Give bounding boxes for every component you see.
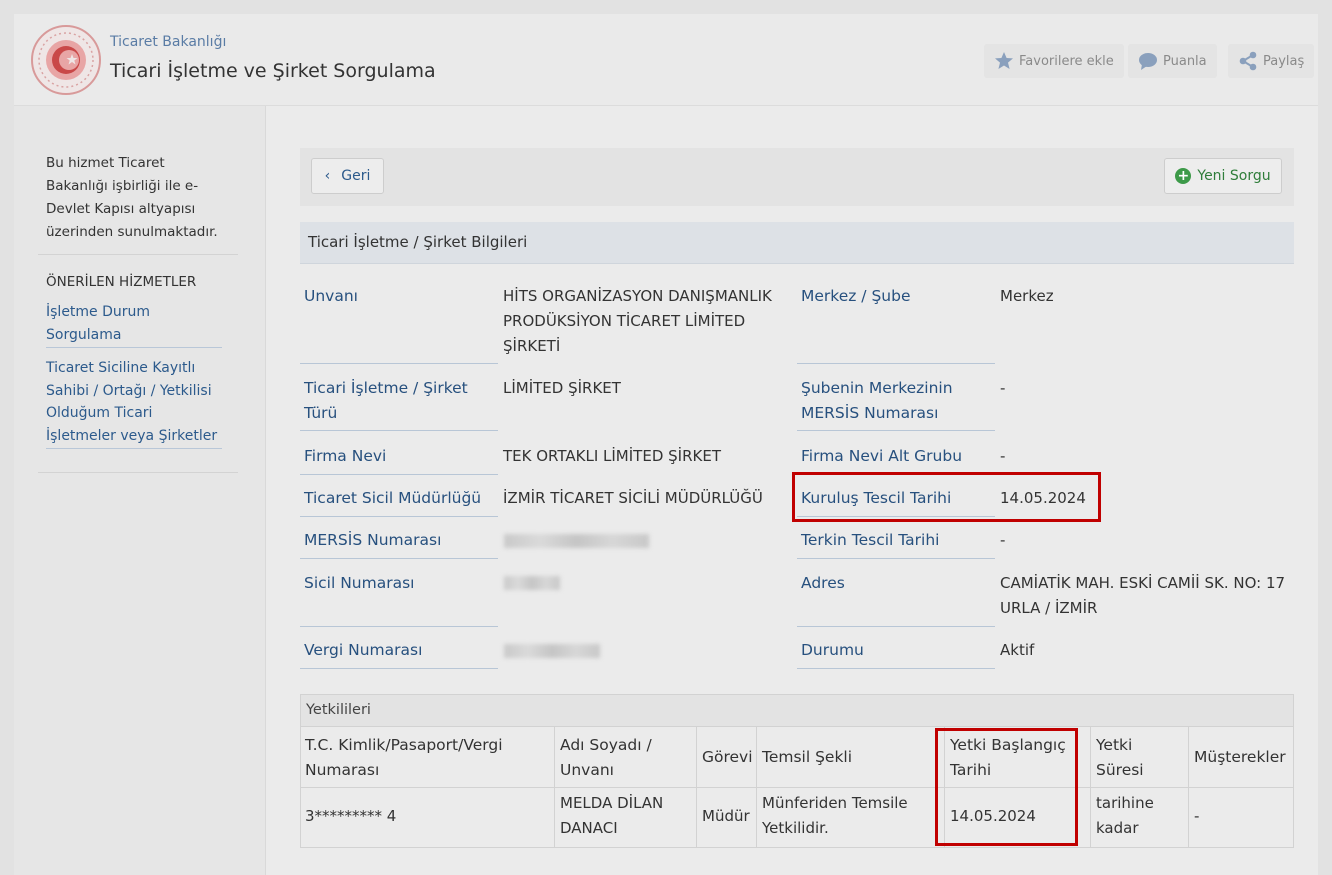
label-company-type: Ticari İşletme / Şirket Türü [304, 379, 468, 422]
label-branch-hq-mersis: Şubenin Merkezinin MERSİS Numarası [801, 379, 953, 422]
cell-representation: Münferiden Temsile Yetkilidir. [762, 794, 908, 837]
col-header-representation: Temsil Şekli [762, 748, 853, 766]
label-firm-subgroup: Firma Nevi Alt Grubu [801, 447, 963, 465]
label-firm-kind: Firma Nevi [304, 447, 387, 465]
favorites-label: Favorilere ekle [1019, 53, 1114, 69]
cell-role: Müdür [702, 807, 750, 825]
row-divider [300, 668, 498, 669]
action-bar: ‹ Geri + Yeni Sorgu [300, 148, 1294, 206]
officials-heading: Yetkilileri [301, 695, 1293, 727]
rate-label: Puanla [1163, 53, 1207, 69]
label-address: Adres [801, 574, 845, 592]
label-tax-number: Vergi Numarası [304, 641, 423, 659]
row-divider [797, 558, 995, 559]
column-divider [756, 727, 757, 847]
value-branch-hq-mersis: - [1000, 379, 1006, 397]
column-divider [1090, 727, 1091, 847]
value-deregistration-date: - [1000, 531, 1006, 549]
page-frame: Ticaret Bakanlığı Ticari İşletme ve Şirk… [14, 14, 1318, 875]
redacted-registry-number [504, 576, 560, 590]
sidebar-divider [38, 472, 238, 473]
cell-name: MELDA DİLAN DANACI [560, 794, 664, 837]
table-row-divider [301, 787, 1293, 788]
label-title: Unvanı [304, 287, 358, 305]
row-divider [300, 363, 498, 364]
row-divider [300, 474, 498, 475]
value-hq-branch: Merkez [1000, 287, 1054, 305]
label-hq-branch: Merkez / Şube [801, 287, 911, 305]
sidebar-link-business-status[interactable]: İşletme Durum Sorgulama [46, 301, 222, 348]
ministry-logo [31, 25, 101, 95]
value-address: CAMİATİK MAH. ESKİ CAMİİ SK. NO: 17 URLA… [1000, 574, 1286, 617]
sidebar-divider [38, 254, 238, 255]
row-divider [797, 430, 995, 431]
label-status: Durumu [801, 641, 864, 659]
label-mersis-number: MERSİS Numarası [304, 531, 442, 549]
redacted-mersis-number [504, 534, 649, 548]
row-divider [300, 430, 498, 431]
row-divider [797, 626, 995, 627]
value-firm-subgroup: - [1000, 447, 1006, 465]
value-title: HİTS ORGANİZASYON DANIŞMANLIK PRODÜKSİYO… [503, 287, 772, 355]
cell-id-number: 3********* 4 [305, 807, 397, 825]
column-divider [696, 727, 697, 847]
star-icon [995, 52, 1013, 69]
redacted-tax-number [504, 644, 600, 658]
label-registry-number: Sicil Numarası [304, 574, 415, 592]
service-title: Ticari İşletme ve Şirket Sorgulama [110, 60, 436, 82]
share-icon [1239, 51, 1257, 71]
value-registry-office: İZMİR TİCARET SİCİLİ MÜDÜRLÜĞÜ [503, 489, 763, 507]
share-label: Paylaş [1263, 53, 1305, 69]
ministry-name[interactable]: Ticaret Bakanlığı [110, 34, 226, 50]
header: Ticaret Bakanlığı Ticari İşletme ve Şirk… [14, 14, 1318, 106]
col-header-duration: Yetki Süresi [1096, 736, 1144, 779]
recommended-heading: ÖNERİLEN HİZMETLER [46, 274, 197, 290]
label-deregistration-date: Terkin Tescil Tarihi [801, 531, 940, 549]
col-header-name: Adı Soyadı / Unvanı [560, 736, 652, 779]
row-divider [797, 668, 995, 669]
row-divider [797, 363, 995, 364]
share-button[interactable]: Paylaş [1228, 44, 1315, 78]
value-company-type: LİMİTED ŞİRKET [503, 379, 621, 397]
row-divider [300, 516, 498, 517]
value-status: Aktif [1000, 641, 1035, 659]
favorites-button[interactable]: Favorilere ekle [984, 44, 1124, 78]
cell-duration: tarihine kadar [1096, 794, 1154, 837]
chevron-left-icon: ‹ [324, 168, 331, 184]
officials-table: Yetkilileri T.C. Kimlik/Pasaport/Vergi N… [300, 694, 1294, 848]
highlight-founding-date [792, 472, 1101, 522]
label-registry-office: Ticaret Sicil Müdürlüğü [304, 489, 482, 507]
new-query-label: Yeni Sorgu [1197, 168, 1271, 184]
back-button[interactable]: ‹ Geri [311, 158, 384, 194]
highlight-start-date [935, 728, 1078, 846]
col-header-joint: Müşterekler [1194, 748, 1286, 766]
sidebar-link-my-companies[interactable]: Ticaret Siciline Kayıtlı Sahibi / Ortağı… [46, 357, 222, 449]
row-divider [300, 558, 498, 559]
sidebar: Bu hizmet Ticaret Bakanlığı işbirliği il… [14, 106, 266, 875]
back-label: Geri [341, 168, 371, 184]
new-query-button[interactable]: + Yeni Sorgu [1164, 158, 1282, 194]
col-header-id-number: T.C. Kimlik/Pasaport/Vergi Numarası [305, 736, 503, 779]
plus-circle-icon: + [1175, 168, 1192, 184]
company-info-heading: Ticari İşletme / Şirket Bilgileri [300, 222, 1294, 264]
speech-bubble-icon [1139, 53, 1157, 70]
column-divider [1188, 727, 1189, 847]
cell-joint: - [1194, 807, 1200, 825]
rate-button[interactable]: Puanla [1128, 44, 1217, 78]
value-firm-kind: TEK ORTAKLI LİMİTED ŞİRKET [503, 447, 721, 465]
col-header-role: Görevi [702, 748, 753, 766]
row-divider [300, 626, 498, 627]
service-intro: Bu hizmet Ticaret Bakanlığı işbirliği il… [46, 155, 218, 240]
column-divider [554, 727, 555, 847]
